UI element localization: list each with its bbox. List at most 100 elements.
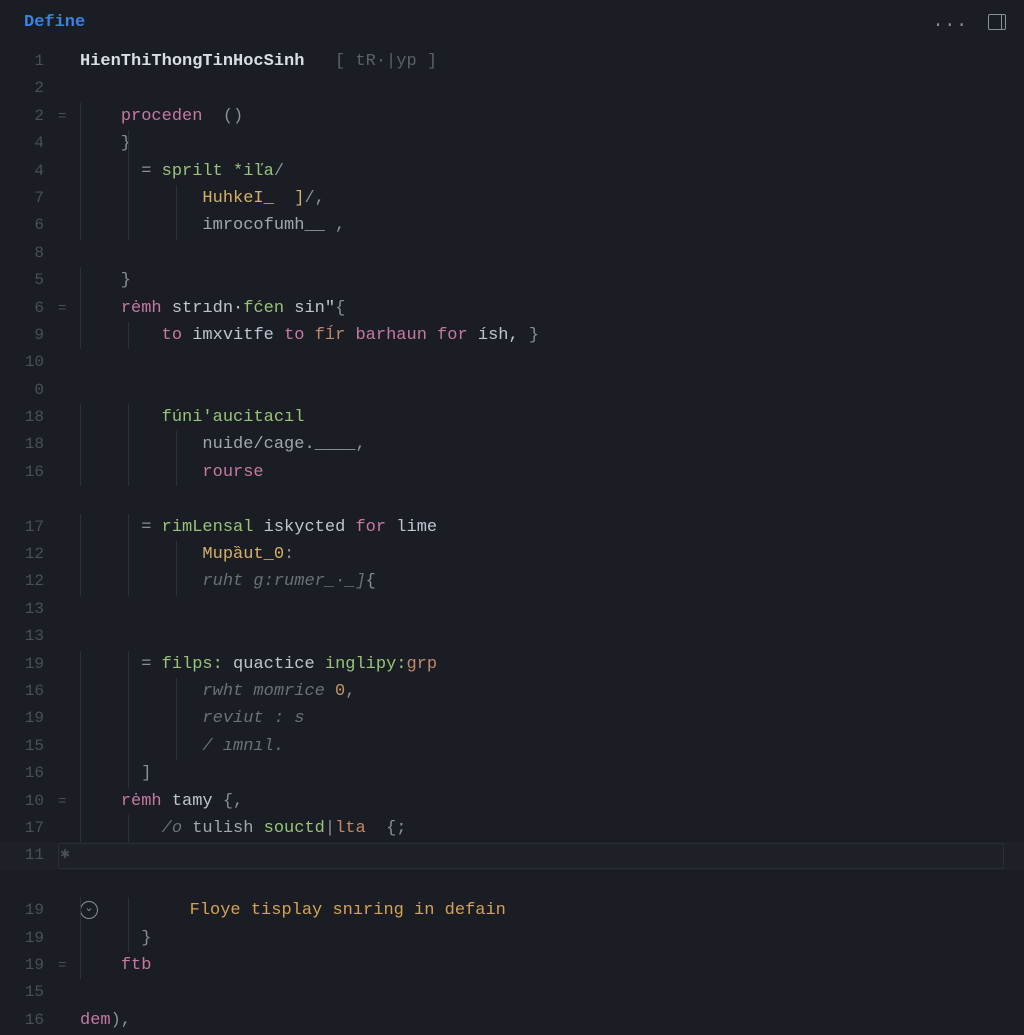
code-line[interactable]: 6= rėmh strıdn·fćen sin"{ xyxy=(0,295,1024,322)
hint-icon[interactable]: ⌄ xyxy=(80,901,98,919)
code-content[interactable]: nuide/cage.____, xyxy=(80,431,1024,458)
code-line[interactable]: 5 } xyxy=(0,267,1024,294)
line-number[interactable]: 19 xyxy=(0,897,58,924)
line-number[interactable]: 19 xyxy=(0,925,58,952)
line-number[interactable]: 12 xyxy=(0,541,58,568)
line-number[interactable]: 0 xyxy=(0,377,58,404)
code-content[interactable]: ruht g:rumer_·_]{ xyxy=(80,568,1024,595)
code-content[interactable]: } xyxy=(80,267,1024,294)
line-number[interactable]: 16 xyxy=(0,459,58,486)
more-icon[interactable]: ... xyxy=(933,12,968,32)
code-line[interactable]: 15 xyxy=(0,979,1024,1006)
code-content[interactable]: rourse xyxy=(80,459,1024,486)
code-content[interactable]: } xyxy=(80,130,1024,157)
line-number[interactable]: 7 xyxy=(0,185,58,212)
code-line[interactable]: 16 rwht momrice 0, xyxy=(0,678,1024,705)
line-number[interactable]: 16 xyxy=(0,760,58,787)
line-number[interactable]: 4 xyxy=(0,130,58,157)
line-number[interactable]: 19 xyxy=(0,952,58,979)
code-content[interactable]: /o tulish souctd|lta {; xyxy=(80,815,1024,842)
code-content[interactable]: / ımnıl. xyxy=(80,733,1024,760)
code-line[interactable]: 15 / ımnıl. xyxy=(0,733,1024,760)
code-line[interactable]: 13 xyxy=(0,596,1024,623)
code-line[interactable]: 19= ftb xyxy=(0,952,1024,979)
code-line[interactable]: 8 xyxy=(0,240,1024,267)
line-number[interactable]: 19 xyxy=(0,651,58,678)
code-line[interactable]: 6 imrocofumh__ , xyxy=(0,212,1024,239)
line-number[interactable]: 18 xyxy=(0,431,58,458)
tab-define[interactable]: Define xyxy=(24,13,85,32)
code-content[interactable]: reviut : s xyxy=(80,705,1024,732)
line-number[interactable]: 15 xyxy=(0,733,58,760)
code-line[interactable]: 16 rourse xyxy=(0,459,1024,486)
code-line[interactable]: 7 HuhkeI_ ]/, xyxy=(0,185,1024,212)
code-line[interactable]: 16 ] xyxy=(0,760,1024,787)
code-content[interactable]: fúni'aucitacıl xyxy=(80,404,1024,431)
line-number[interactable]: 12 xyxy=(0,568,58,595)
code-line[interactable]: 19 ⌄ Floye tisplay snıring in defain xyxy=(0,897,1024,924)
code-line[interactable]: 19 = filps: quactice inglipy:grp xyxy=(0,651,1024,678)
code-content[interactable]: rėmh strıdn·fćen sin"{ xyxy=(80,295,1024,322)
code-content[interactable]: = filps: quactice inglipy:grp xyxy=(80,651,1024,678)
code-line[interactable]: 18 nuide/cage.____, xyxy=(0,431,1024,458)
code-line[interactable]: 12 Mupȁut_0: xyxy=(0,541,1024,568)
line-number[interactable]: 6 xyxy=(0,295,58,322)
line-number[interactable]: 9 xyxy=(0,322,58,349)
code-line[interactable]: 18 fúni'aucitacıl xyxy=(0,404,1024,431)
code-line[interactable]: 11✱ xyxy=(0,842,1024,869)
code-line[interactable]: 4 = sprilt *iľa/ xyxy=(0,158,1024,185)
panel-icon[interactable] xyxy=(988,14,1006,30)
code-content[interactable]: = rimLensal iskycted for lime xyxy=(80,514,1024,541)
breakpoint-icon[interactable]: ✱ xyxy=(60,842,70,869)
fold-marker[interactable]: = xyxy=(58,104,80,131)
line-number[interactable]: 17 xyxy=(0,514,58,541)
line-number[interactable]: 5 xyxy=(0,267,58,294)
code-line[interactable]: 16 dem), xyxy=(0,1007,1024,1034)
code-line[interactable]: 17 /o tulish souctd|lta {; xyxy=(0,815,1024,842)
code-line[interactable]: 4 } xyxy=(0,130,1024,157)
line-number[interactable]: 6 xyxy=(0,212,58,239)
code-line[interactable]: 12 ruht g:rumer_·_]{ xyxy=(0,568,1024,595)
code-content[interactable]: rwht momrice 0, xyxy=(80,678,1024,705)
code-line[interactable]: 2= proceden () xyxy=(0,103,1024,130)
fold-marker[interactable]: = xyxy=(58,296,80,323)
code-line[interactable]: 19 } xyxy=(0,925,1024,952)
code-content[interactable]: to imxvitfe to fĺr barhaun for ísh, } xyxy=(80,322,1024,349)
code-line[interactable]: 10= rėmh tamy {, xyxy=(0,788,1024,815)
code-content[interactable]: = sprilt *iľa/ xyxy=(80,158,1024,185)
code-line[interactable] xyxy=(0,870,1024,897)
code-line[interactable]: 0 xyxy=(0,377,1024,404)
line-number[interactable]: 15 xyxy=(0,979,58,1006)
line-number[interactable]: 13 xyxy=(0,623,58,650)
line-number[interactable]: 16 xyxy=(0,1007,58,1034)
line-number[interactable]: 8 xyxy=(0,240,58,267)
code-content[interactable]: ] xyxy=(80,760,1024,787)
code-content[interactable]: dem), xyxy=(80,1007,1024,1034)
code-line[interactable]: 2 xyxy=(0,75,1024,102)
code-content[interactable]: rėmh tamy {, xyxy=(80,788,1024,815)
line-number[interactable]: 2 xyxy=(0,75,58,102)
line-number[interactable]: 11 xyxy=(0,842,58,869)
code-line[interactable]: 19 reviut : s xyxy=(0,705,1024,732)
code-content[interactable]: ⌄ Floye tisplay snıring in defain xyxy=(80,897,1024,924)
fold-marker[interactable]: = xyxy=(58,789,80,816)
code-line[interactable]: 1 HienThiThongTinHocSinh [ tR·|yp ] xyxy=(0,48,1024,75)
code-content[interactable]: imrocofumh__ , xyxy=(80,212,1024,239)
code-content[interactable]: proceden () xyxy=(80,103,1024,130)
line-number[interactable]: 10 xyxy=(0,349,58,376)
code-content[interactable]: Mupȁut_0: xyxy=(80,541,1024,568)
line-number[interactable]: 18 xyxy=(0,404,58,431)
line-number[interactable]: 2 xyxy=(0,103,58,130)
code-line[interactable]: 17 = rimLensal iskycted for lime xyxy=(0,514,1024,541)
line-number[interactable]: 17 xyxy=(0,815,58,842)
code-content[interactable]: ftb xyxy=(80,952,1024,979)
line-number[interactable]: 16 xyxy=(0,678,58,705)
fold-marker[interactable]: = xyxy=(58,953,80,980)
code-content[interactable]: HienThiThongTinHocSinh [ tR·|yp ] xyxy=(80,48,1024,75)
code-content[interactable]: } xyxy=(80,925,1024,952)
code-editor[interactable]: 1HienThiThongTinHocSinh [ tR·|yp ]22= pr… xyxy=(0,42,1024,1034)
line-number[interactable]: 13 xyxy=(0,596,58,623)
line-number[interactable]: 1 xyxy=(0,48,58,75)
line-number[interactable]: 10 xyxy=(0,788,58,815)
code-line[interactable] xyxy=(0,486,1024,513)
